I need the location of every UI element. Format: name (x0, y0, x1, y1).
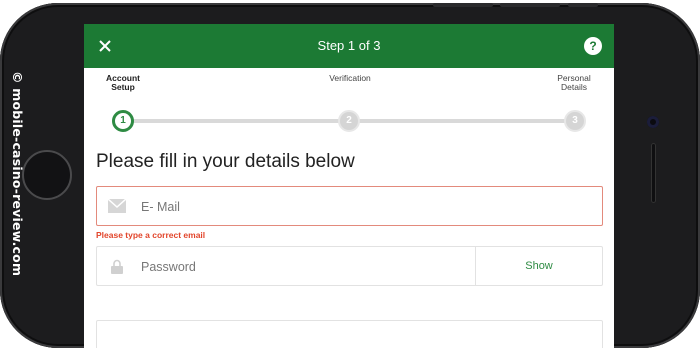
app-screen: Step 1 of 3 ? Account Setup Verification… (84, 24, 614, 348)
home-button[interactable] (22, 150, 72, 200)
front-camera (647, 116, 659, 128)
step-label-line: Verification (329, 73, 371, 83)
help-icon[interactable]: ? (584, 37, 602, 55)
phone-frame: © mobile-casino-review.com Step 1 of 3 ?… (0, 3, 700, 348)
close-icon[interactable] (96, 37, 114, 55)
volume-button (500, 3, 560, 7)
mute-switch (568, 3, 598, 7)
next-form-field[interactable] (96, 320, 603, 348)
email-error-message: Please type a correct email (96, 230, 206, 240)
step-label-personal-details: Personal Details (549, 74, 599, 92)
password-field: Show (96, 246, 603, 287)
step-label-account-setup: Account Setup (98, 74, 148, 92)
top-bar: Step 1 of 3 ? (84, 24, 614, 68)
step-label-verification: Verification (316, 74, 384, 83)
step-label-line: Details (561, 82, 587, 92)
mail-icon (107, 198, 127, 213)
volume-button (433, 3, 493, 7)
show-password-button[interactable]: Show (476, 247, 602, 285)
step-1-indicator: 1 (112, 110, 134, 132)
step-3-indicator: 3 (564, 110, 586, 132)
email-field (96, 186, 603, 227)
form-heading: Please fill in your details below (96, 151, 355, 172)
lock-icon (111, 259, 123, 274)
password-input[interactable] (139, 247, 473, 287)
speaker-grille (651, 143, 656, 203)
email-input[interactable] (139, 187, 583, 227)
step-label-line: Setup (111, 82, 135, 92)
step-title: Step 1 of 3 (317, 38, 381, 53)
step-2-indicator: 2 (338, 110, 360, 132)
